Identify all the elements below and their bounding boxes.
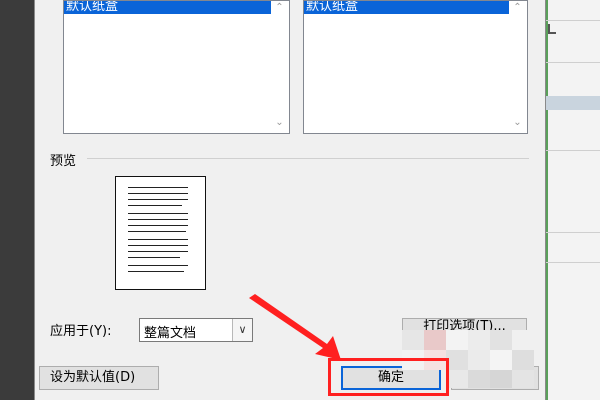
preview-section-label: 预览 xyxy=(50,154,77,169)
chevron-up-icon[interactable]: ⌃ xyxy=(275,3,284,13)
chevron-down-icon[interactable]: ⌄ xyxy=(275,118,284,128)
text-line xyxy=(128,245,188,246)
text-line xyxy=(128,205,182,206)
text-line xyxy=(128,225,188,226)
checkmark-icon xyxy=(548,24,556,34)
mosaic-block xyxy=(446,370,468,388)
mosaic-block xyxy=(468,350,490,370)
divider xyxy=(546,262,600,263)
mosaic-block xyxy=(424,330,446,350)
paper-source-first-page-list[interactable]: 默认纸盒 ⌃ ⌄ xyxy=(63,0,290,134)
text-line xyxy=(128,251,188,252)
divider xyxy=(546,150,600,151)
text-line xyxy=(128,265,188,266)
divider xyxy=(546,62,600,63)
chevron-down-icon[interactable]: ⌄ xyxy=(513,118,522,128)
mosaic-block xyxy=(402,330,424,350)
page-preview-thumbnail xyxy=(115,176,206,290)
apply-to-label: 应用于(Y): xyxy=(50,324,112,339)
text-line xyxy=(128,199,188,200)
text-line xyxy=(128,231,186,232)
apply-to-select[interactable]: 整篇文档 ∨ xyxy=(139,318,253,342)
divider xyxy=(546,232,600,233)
apply-to-value: 整篇文档 xyxy=(144,326,197,341)
paper-source-other-pages-list[interactable]: 默认纸盒 ⌃ ⌄ xyxy=(303,0,528,134)
chevron-up-icon[interactable]: ⌃ xyxy=(513,3,522,13)
divider xyxy=(546,20,600,21)
window-edge xyxy=(546,0,548,400)
text-line xyxy=(128,239,188,240)
annotation-highlight-box xyxy=(328,358,449,396)
text-line xyxy=(128,219,188,220)
mosaic-block xyxy=(490,350,512,370)
list-item-selected[interactable]: 默认纸盒 xyxy=(304,1,509,14)
mosaic-block xyxy=(512,330,534,350)
text-line xyxy=(128,187,188,188)
divider xyxy=(87,158,529,159)
background-window-right xyxy=(546,0,600,400)
annotation-arrow-icon xyxy=(249,294,341,360)
mosaic-block xyxy=(512,370,534,388)
text-line xyxy=(128,271,184,272)
text-line xyxy=(128,193,188,194)
mosaic-block xyxy=(490,370,512,388)
mosaic-block xyxy=(468,370,490,388)
list-item-selected[interactable]: 默认纸盒 xyxy=(64,1,271,14)
mosaic-block xyxy=(446,350,468,370)
mosaic-block xyxy=(446,330,468,350)
set-default-button[interactable]: 设为默认值(D) xyxy=(39,366,159,390)
mosaic-block xyxy=(512,350,534,370)
mosaic-block xyxy=(490,330,512,350)
text-line xyxy=(128,257,180,258)
background-window-left xyxy=(0,0,34,400)
selected-row xyxy=(546,96,600,110)
mosaic-block xyxy=(468,330,490,350)
scrollbar[interactable]: ⌃ ⌄ xyxy=(509,1,527,133)
text-line xyxy=(128,213,188,214)
scrollbar[interactable]: ⌃ ⌄ xyxy=(271,1,289,133)
